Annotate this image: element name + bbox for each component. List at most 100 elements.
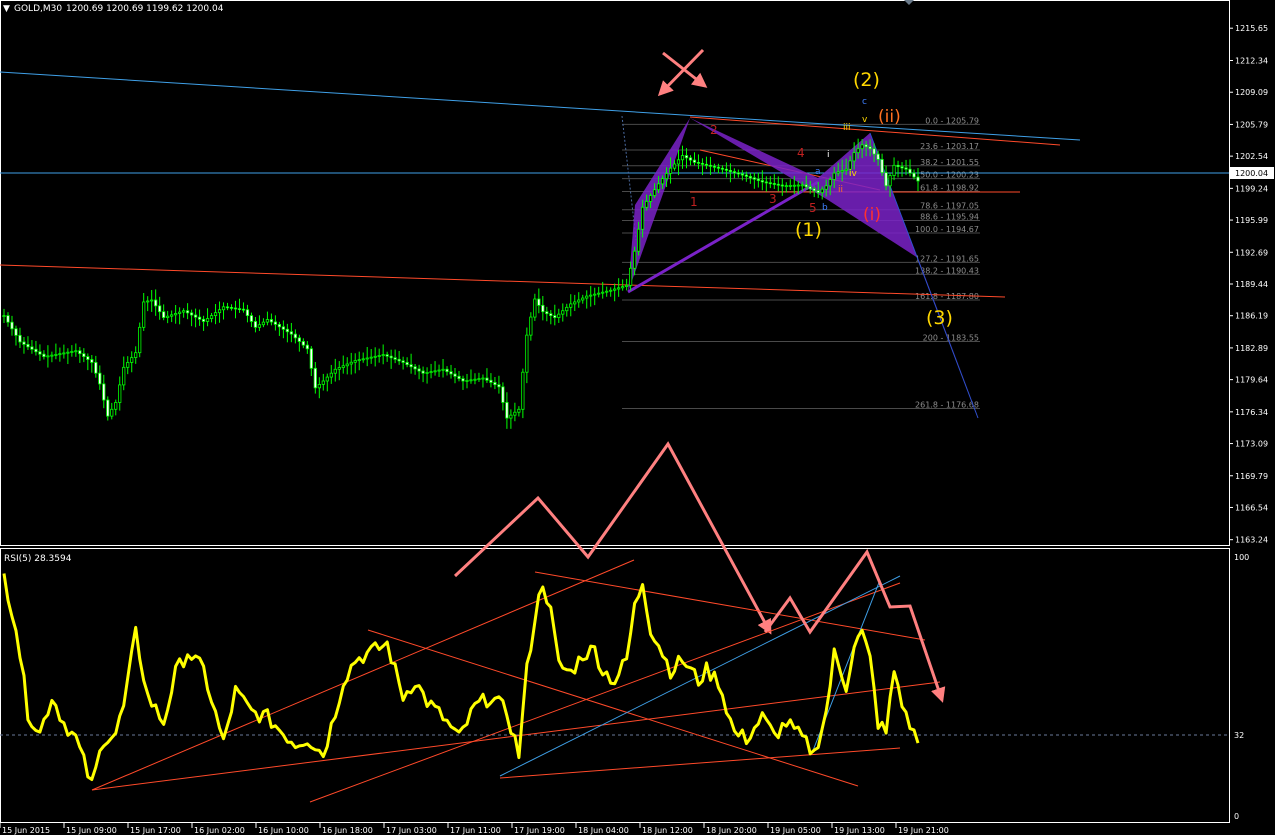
candle-body [98, 372, 102, 385]
candle-body [577, 299, 581, 303]
candle-body [792, 184, 796, 187]
rsi-tick-0: 0 [1234, 812, 1239, 821]
candle-body [301, 341, 305, 346]
candle-body [74, 350, 78, 353]
candle-body [50, 354, 54, 357]
candle-body [537, 298, 541, 306]
candle-body [872, 148, 876, 155]
candle-body [18, 334, 22, 343]
candle-body [102, 383, 106, 401]
chart-canvas: ▼ GOLD,M30 1200.69 1200.69 1199.62 1200.… [0, 0, 1274, 835]
candle-body [217, 309, 222, 314]
candle-body [54, 354, 58, 356]
candle-body [900, 166, 904, 169]
candle-body [381, 354, 385, 357]
candle-body [617, 287, 621, 290]
candle-body [525, 334, 529, 373]
header-ohlc: 1200.69 1200.69 1199.62 1200.04 [66, 4, 224, 14]
candle-body [497, 384, 501, 388]
candle-body [90, 359, 94, 363]
wave-label-ii-red: (ii) [878, 107, 901, 127]
candle-body [828, 179, 832, 187]
candle-body [261, 321, 266, 326]
candle-body [94, 362, 98, 374]
time-tick-label: 16 Jun 02:00 [194, 826, 245, 835]
candle-body [641, 206, 645, 230]
candle-body [329, 372, 333, 378]
candle-body [337, 367, 341, 370]
candle-body [680, 155, 685, 161]
candle-body [178, 311, 182, 314]
candle-body [389, 355, 393, 359]
candle-body [305, 344, 309, 350]
projection-path-rsi [763, 548, 946, 703]
candle-body [776, 183, 780, 186]
candle-body [134, 352, 138, 358]
candle-body [349, 361, 353, 365]
candle-body [30, 346, 34, 350]
wave-label-3-red: 3 [769, 192, 777, 206]
candle-body [593, 293, 597, 296]
candle-body [321, 380, 325, 385]
price-tick-label: 1163.24 [1235, 536, 1268, 545]
candle-body [46, 355, 50, 358]
candle-body [289, 331, 293, 335]
candle-body [477, 378, 481, 381]
candle-body [581, 297, 585, 301]
wave-label-i-small: i [827, 150, 830, 160]
price-tick-label: 1186.19 [1235, 312, 1268, 321]
candle-body [341, 365, 345, 368]
candle-body [106, 399, 110, 417]
wave-label-2-red: 2 [710, 123, 718, 137]
candle-body [772, 183, 776, 185]
chart-shift-marker[interactable] [904, 0, 914, 5]
candle-body [421, 370, 425, 374]
fib-level-label: 78.6 - 1197.05 [920, 202, 979, 211]
candle-body [86, 356, 90, 360]
candle-body [150, 299, 154, 302]
candle-body [569, 303, 573, 308]
candle-body [601, 291, 605, 294]
candle-body [281, 326, 285, 330]
candle-body [573, 301, 577, 305]
candle-body [585, 295, 589, 299]
candle-body [221, 306, 226, 311]
candle-body [174, 313, 178, 316]
wave-label-3-yellow: (3) [926, 307, 953, 329]
fib-level-label: 61.8 - 1198.92 [920, 183, 979, 192]
candle-body [401, 360, 405, 363]
candle-body [513, 411, 517, 416]
price-panel-frame [0, 0, 1230, 546]
candle-body [505, 402, 509, 419]
candle-body [908, 168, 912, 174]
fib-level-label: 100.0 - 1194.67 [915, 225, 979, 234]
candle-body [864, 144, 868, 148]
candle-body [193, 314, 198, 318]
wave-label-v-small: v [862, 115, 868, 125]
fib-level-label: 200 - 1183.55 [923, 333, 979, 342]
fib-level-label: 23.6 - 1203.17 [920, 142, 979, 151]
candle-body [760, 180, 764, 183]
wave-label-iv-small: iv [849, 169, 858, 179]
candle-body [317, 384, 321, 389]
candle-body [481, 377, 485, 380]
candle-body [118, 384, 122, 403]
wave-label-b-small: b [822, 203, 828, 213]
rsi-trendlines [91, 559, 941, 803]
candle-body [293, 333, 297, 339]
candle-body [780, 184, 784, 187]
candle-body [397, 358, 401, 362]
candle-body [521, 371, 525, 410]
candle-body [138, 326, 142, 354]
candle-body [22, 341, 26, 345]
rsi-tick-100: 100 [1234, 553, 1249, 562]
rsi-panel-frame [0, 548, 1230, 823]
candle-body [485, 377, 489, 381]
candle-body [720, 167, 725, 170]
price-tick-label: 1212.34 [1235, 57, 1268, 66]
candle-body [162, 311, 166, 318]
candle-body [42, 353, 46, 357]
candle-body [684, 155, 689, 159]
candle-body [249, 315, 254, 322]
candle-body [788, 185, 792, 187]
